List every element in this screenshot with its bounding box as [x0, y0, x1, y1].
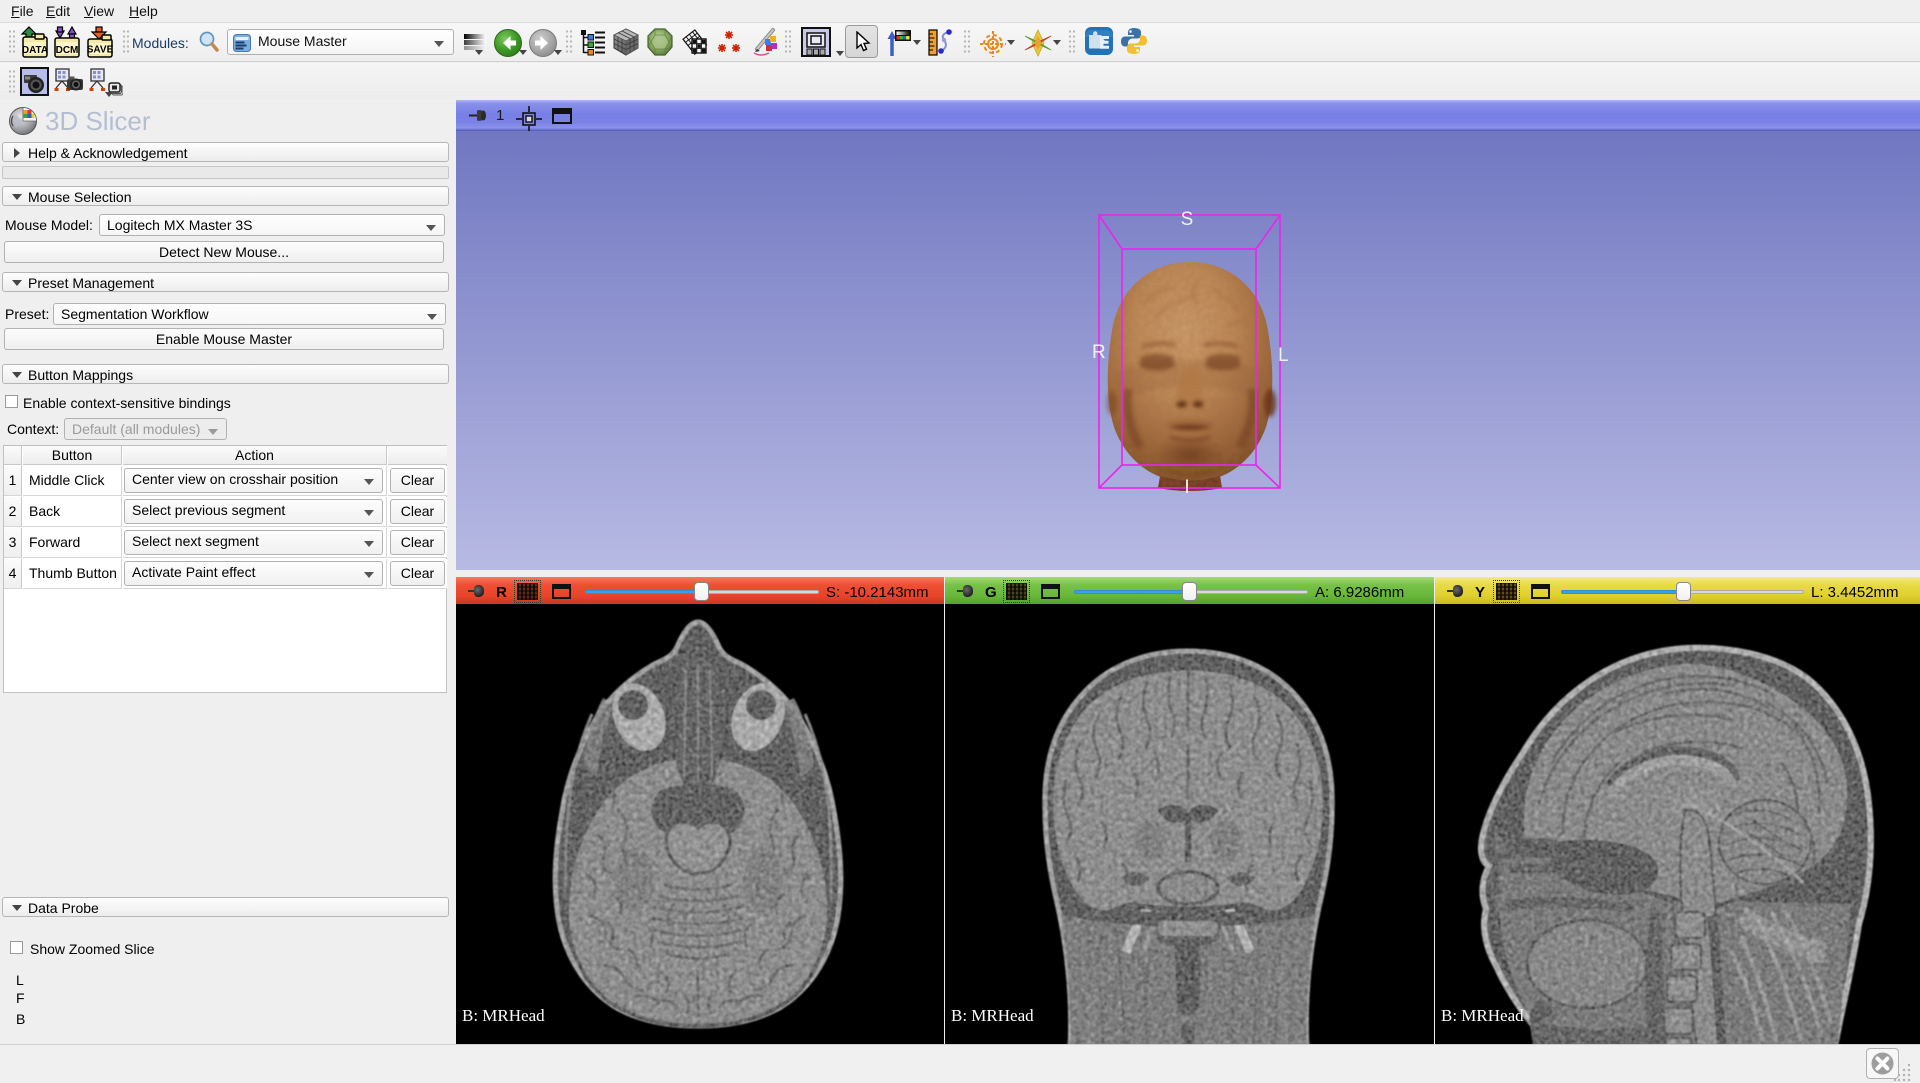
svg-text:S: S [1181, 209, 1194, 230]
svg-text:DATA: DATA [22, 45, 48, 56]
svg-text:DCM: DCM [56, 45, 79, 56]
svg-text:L: L [1278, 345, 1289, 366]
svg-text:I: I [1184, 477, 1189, 498]
svg-text:R: R [1092, 342, 1106, 363]
svg-text:SAVE: SAVE [87, 45, 114, 56]
